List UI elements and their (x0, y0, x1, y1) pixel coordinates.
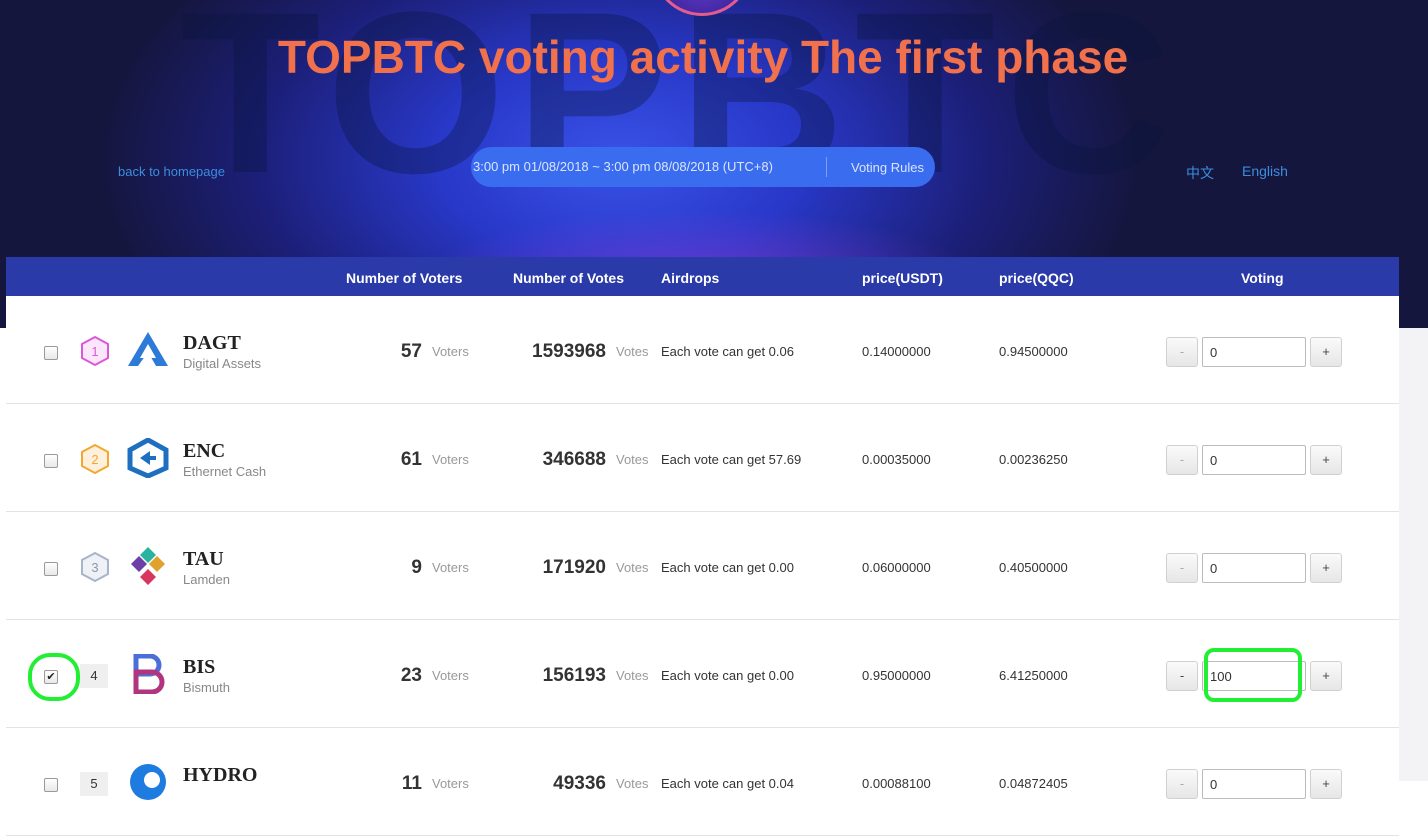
header-votes: Number of Votes (513, 270, 624, 286)
table-row: 1 DAGT Digital Assets 57 Voters 1593968 … (6, 296, 1399, 404)
coin-symbol: ENC (183, 440, 226, 462)
votes-count: 171920 (542, 557, 606, 578)
airdrop-text: Each vote can get 57.69 (661, 452, 802, 467)
votes-unit: Votes (616, 560, 649, 575)
airdrop-text: Each vote can get 0.00 (661, 560, 794, 575)
voters-count: 61 (400, 449, 422, 470)
page-title: TOPBTC voting activity The first phase (277, 31, 1129, 83)
voting-table: 1 DAGT Digital Assets 57 Voters 1593968 … (6, 296, 1399, 836)
tau-logo-icon (131, 547, 165, 585)
rank-3-badge-icon: 3 (81, 552, 109, 582)
votes-unit: Votes (616, 668, 649, 683)
voters-unit: Voters (432, 344, 469, 359)
coin-symbol: DAGT (183, 332, 241, 354)
vote-increment-button[interactable]: + (1310, 337, 1342, 367)
lang-english-link[interactable]: English (1242, 163, 1288, 179)
header-price-qqc: price(QQC) (999, 270, 1074, 286)
row-checkbox[interactable] (44, 454, 58, 468)
votes-count: 1593968 (532, 341, 606, 362)
rank-1-badge-icon: 1 (81, 336, 109, 366)
price-usdt: 0.00035000 (862, 452, 931, 467)
votes-count: 346688 (542, 449, 606, 470)
price-qqc: 0.00236250 (999, 452, 1068, 467)
voters-count: 57 (400, 341, 422, 362)
lang-chinese-link[interactable]: 中文 (1186, 163, 1214, 183)
vote-amount-input[interactable] (1202, 769, 1306, 799)
enc-logo-icon (127, 438, 169, 478)
voters-unit: Voters (432, 560, 469, 575)
vote-amount-input[interactable] (1202, 553, 1306, 583)
header-voting: Voting (1241, 270, 1284, 286)
votes-unit: Votes (616, 344, 649, 359)
voters-unit: Voters (432, 452, 469, 467)
svg-text:3: 3 (91, 560, 98, 575)
coin-name: Ethernet Cash (183, 464, 267, 479)
row-checkbox[interactable] (44, 562, 58, 576)
table-row: 2 ENC Ethernet Cash 61 Voters 346688 Vot… (6, 404, 1399, 512)
table-row: ✔ 4 BIS Bismuth 23 Voters 156193 Votes E… (6, 620, 1399, 728)
row-checkbox[interactable] (44, 778, 58, 792)
vote-increment-button[interactable]: + (1310, 769, 1342, 799)
price-usdt: 0.06000000 (862, 560, 931, 575)
price-qqc: 0.40500000 (999, 560, 1068, 575)
votes-unit: Votes (616, 452, 649, 467)
coin-symbol: TAU (183, 548, 224, 570)
hydro-logo-icon (130, 764, 166, 800)
vote-increment-button[interactable]: + (1310, 553, 1342, 583)
svg-text:2: 2 (91, 452, 98, 467)
votes-count: 49336 (553, 773, 606, 794)
vote-amount-input[interactable] (1202, 337, 1306, 367)
voters-unit: Voters (432, 776, 469, 791)
voting-rules-link[interactable]: Voting Rules (827, 160, 924, 175)
vote-decrement-button[interactable]: - (1166, 769, 1198, 799)
dagt-logo-icon (128, 332, 168, 366)
airdrop-text: Each vote can get 0.04 (661, 776, 794, 791)
votes-unit: Votes (616, 776, 649, 791)
table-row: 3 TAU Lamden 9 Voters 171920 Votes Each … (6, 512, 1399, 620)
table-header: Number of Voters Number of Votes Airdrop… (6, 257, 1399, 296)
price-qqc: 0.04872405 (999, 776, 1068, 791)
coin-symbol: BIS (183, 656, 216, 678)
price-qqc: 0.94500000 (999, 344, 1068, 359)
row-checkbox[interactable] (44, 346, 58, 360)
green-highlight-marker (28, 653, 80, 701)
header-price-usdt: price(USDT) (862, 270, 943, 286)
page-side-gutter (1399, 328, 1428, 781)
voters-unit: Voters (432, 668, 469, 683)
voters-count: 23 (400, 665, 422, 686)
price-usdt: 0.95000000 (862, 668, 931, 683)
airdrop-text: Each vote can get 0.06 (661, 344, 794, 359)
coin-name: Lamden (183, 572, 230, 587)
vote-amount-input[interactable] (1202, 445, 1306, 475)
votes-count: 156193 (542, 665, 606, 686)
rank-number: 5 (80, 772, 108, 796)
vote-decrement-button[interactable]: - (1166, 337, 1198, 367)
vote-increment-button[interactable]: + (1310, 661, 1342, 691)
vote-decrement-button[interactable]: - (1166, 445, 1198, 475)
rank-number: 4 (80, 664, 108, 688)
airdrop-text: Each vote can get 0.00 (661, 668, 794, 683)
vote-decrement-button[interactable]: - (1166, 553, 1198, 583)
rank-2-badge-icon: 2 (81, 444, 109, 474)
bis-logo-icon (133, 654, 165, 694)
vote-increment-button[interactable]: + (1310, 445, 1342, 475)
activity-time-pill: 3:00 pm 01/08/2018 ~ 3:00 pm 08/08/2018 … (471, 147, 935, 187)
coin-name: Bismuth (183, 680, 230, 695)
price-usdt: 0.00088100 (862, 776, 931, 791)
back-to-homepage-link[interactable]: back to homepage (118, 164, 225, 179)
activity-time-range: 3:00 pm 01/08/2018 ~ 3:00 pm 08/08/2018 … (471, 157, 827, 177)
coin-symbol: HYDRO (183, 764, 258, 786)
voters-count: 9 (411, 557, 422, 578)
vote-decrement-button[interactable]: - (1166, 661, 1198, 691)
price-usdt: 0.14000000 (862, 344, 931, 359)
voters-count: 11 (401, 773, 422, 794)
table-row: 5 HYDRO 11 Voters 49336 Votes Each vote … (6, 728, 1399, 836)
header-airdrops: Airdrops (661, 270, 720, 286)
coin-name: Digital Assets (183, 356, 262, 371)
price-qqc: 6.41250000 (999, 668, 1068, 683)
header-voters: Number of Voters (346, 270, 463, 286)
green-highlight-marker (1204, 648, 1302, 702)
svg-text:1: 1 (91, 344, 98, 359)
